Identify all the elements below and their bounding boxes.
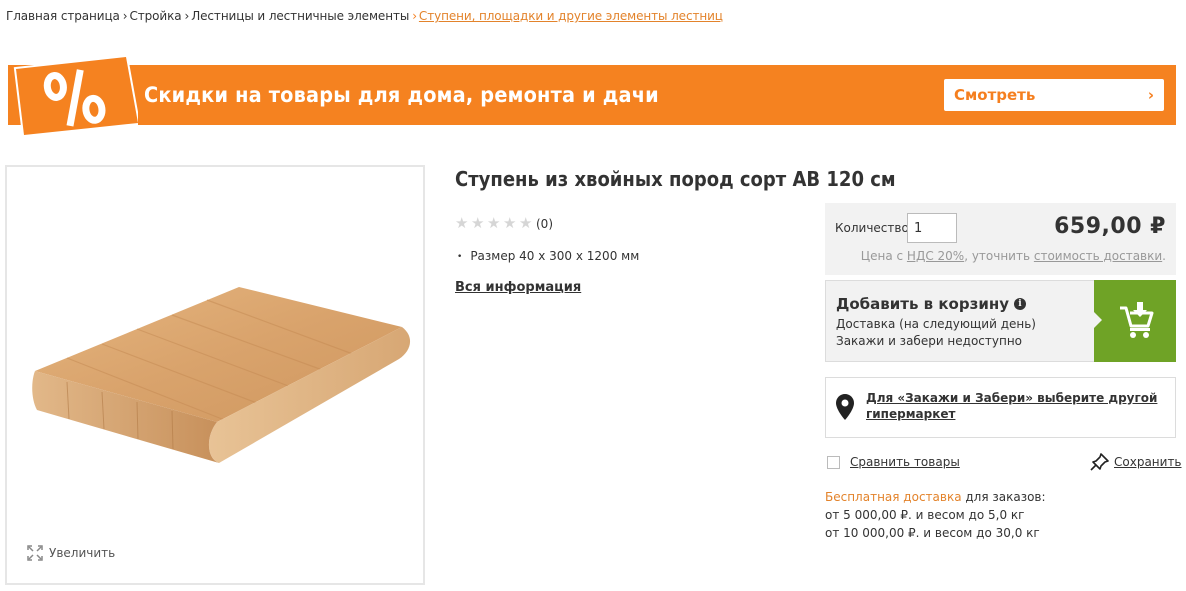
expand-icon [27, 545, 43, 561]
delivery-cost-link[interactable]: стоимость доставки [1034, 249, 1162, 263]
all-info-link[interactable]: Вся информация [455, 280, 581, 295]
breadcrumb-home[interactable]: Главная страница [6, 9, 120, 23]
save-button[interactable]: Сохранить [1090, 453, 1182, 471]
quantity-input[interactable] [907, 213, 957, 243]
map-pin-icon [836, 394, 854, 420]
star-icon: ★ [519, 214, 533, 232]
rating-stars: ★ ★ ★ ★ ★ [455, 216, 535, 231]
delivery-line-1: от 5 000,00 ₽. и весом до 5,0 кг [825, 508, 1025, 522]
add-to-cart-label: Добавить в корзину [836, 295, 1009, 313]
compare-toggle[interactable]: Сравнить товары [827, 455, 960, 469]
promo-view-button[interactable]: Смотреть › [944, 79, 1164, 111]
promo-view-label: Смотреть [954, 86, 1036, 104]
promo-banner[interactable]: Скидки на товары для дома, ремонта и дач… [8, 57, 1176, 135]
star-icon: ★ [487, 214, 501, 232]
free-delivery-link[interactable]: Бесплатная доставка [825, 490, 962, 504]
vat-middle: , уточнить [964, 249, 1031, 263]
product-image [32, 287, 411, 463]
rating[interactable]: ★ ★ ★ ★ ★ (0) [455, 216, 553, 231]
review-count: (0) [536, 216, 553, 231]
star-icon: ★ [455, 214, 469, 232]
chevron-right-icon: › [184, 9, 190, 23]
compare-checkbox[interactable] [827, 455, 840, 469]
vat-note: Цена с НДС 20%, уточнить стоимость доста… [861, 249, 1166, 263]
compare-label: Сравнить товары [850, 455, 960, 469]
price-panel: Количество 659,00 ₽ Цена с НДС 20%, уточ… [825, 203, 1176, 275]
delivery-next-day: Доставка (на следующий день) [836, 317, 1036, 331]
breadcrumb-current[interactable]: Ступени, площадки и другие элементы лест… [419, 9, 723, 23]
delivery-info: Бесплатная доставка для заказов: от 5 00… [825, 488, 1046, 542]
vat-link[interactable]: НДС 20% [907, 249, 964, 263]
vat-suffix: . [1162, 249, 1166, 263]
product-title: Ступень из хвойных пород сорт АВ 120 см [455, 167, 896, 191]
price: 659,00 ₽ [1054, 214, 1166, 239]
store-link[interactable]: Для «Закажи и Забери» выберите другой ги… [866, 390, 1166, 422]
breadcrumb-stairs[interactable]: Лестницы и лестничные элементы [191, 9, 409, 23]
store-select[interactable]: Для «Закажи и Забери» выберите другой ги… [825, 377, 1176, 438]
breadcrumb: Главная страница › Стройка › Лестницы и лест… [6, 9, 723, 23]
product-specs: Размер 40 х 300 х 1200 мм [455, 249, 639, 263]
info-icon[interactable]: i [1013, 298, 1026, 310]
promo-text: Скидки на товары для дома, ремонта и дач… [144, 83, 659, 107]
chevron-right-icon: › [1147, 86, 1154, 104]
discount-badge-icon [13, 57, 138, 135]
star-icon: ★ [471, 214, 485, 232]
vat-prefix: Цена с [860, 249, 904, 263]
cart-add-icon [1120, 302, 1154, 338]
quantity-label: Количество [835, 221, 909, 235]
delivery-rest: для заказов: [961, 490, 1046, 504]
pickup-unavailable: Закажи и забери недоступно [836, 334, 1023, 348]
add-to-cart-title: Добавить в корзину i [836, 295, 1026, 313]
save-label: Сохранить [1114, 455, 1182, 469]
spec-item: Размер 40 х 300 х 1200 мм [455, 249, 639, 263]
chevron-right-icon: › [412, 9, 417, 23]
delivery-line-2: от 10 000,00 ₽. и весом до 30,0 кг [825, 526, 1040, 540]
breadcrumb-stroika[interactable]: Стройка [129, 9, 181, 23]
zoom-label: Увеличить [49, 546, 116, 560]
star-icon: ★ [503, 214, 517, 232]
pin-icon [1090, 453, 1109, 471]
zoom-button[interactable]: Увеличить [27, 545, 115, 561]
chevron-right-icon: › [122, 9, 128, 23]
cart-action[interactable] [1094, 280, 1176, 362]
product-image-frame[interactable]: Увеличить [5, 165, 425, 585]
add-to-cart-button[interactable]: Добавить в корзину i Доставка (на следую… [825, 280, 1176, 362]
